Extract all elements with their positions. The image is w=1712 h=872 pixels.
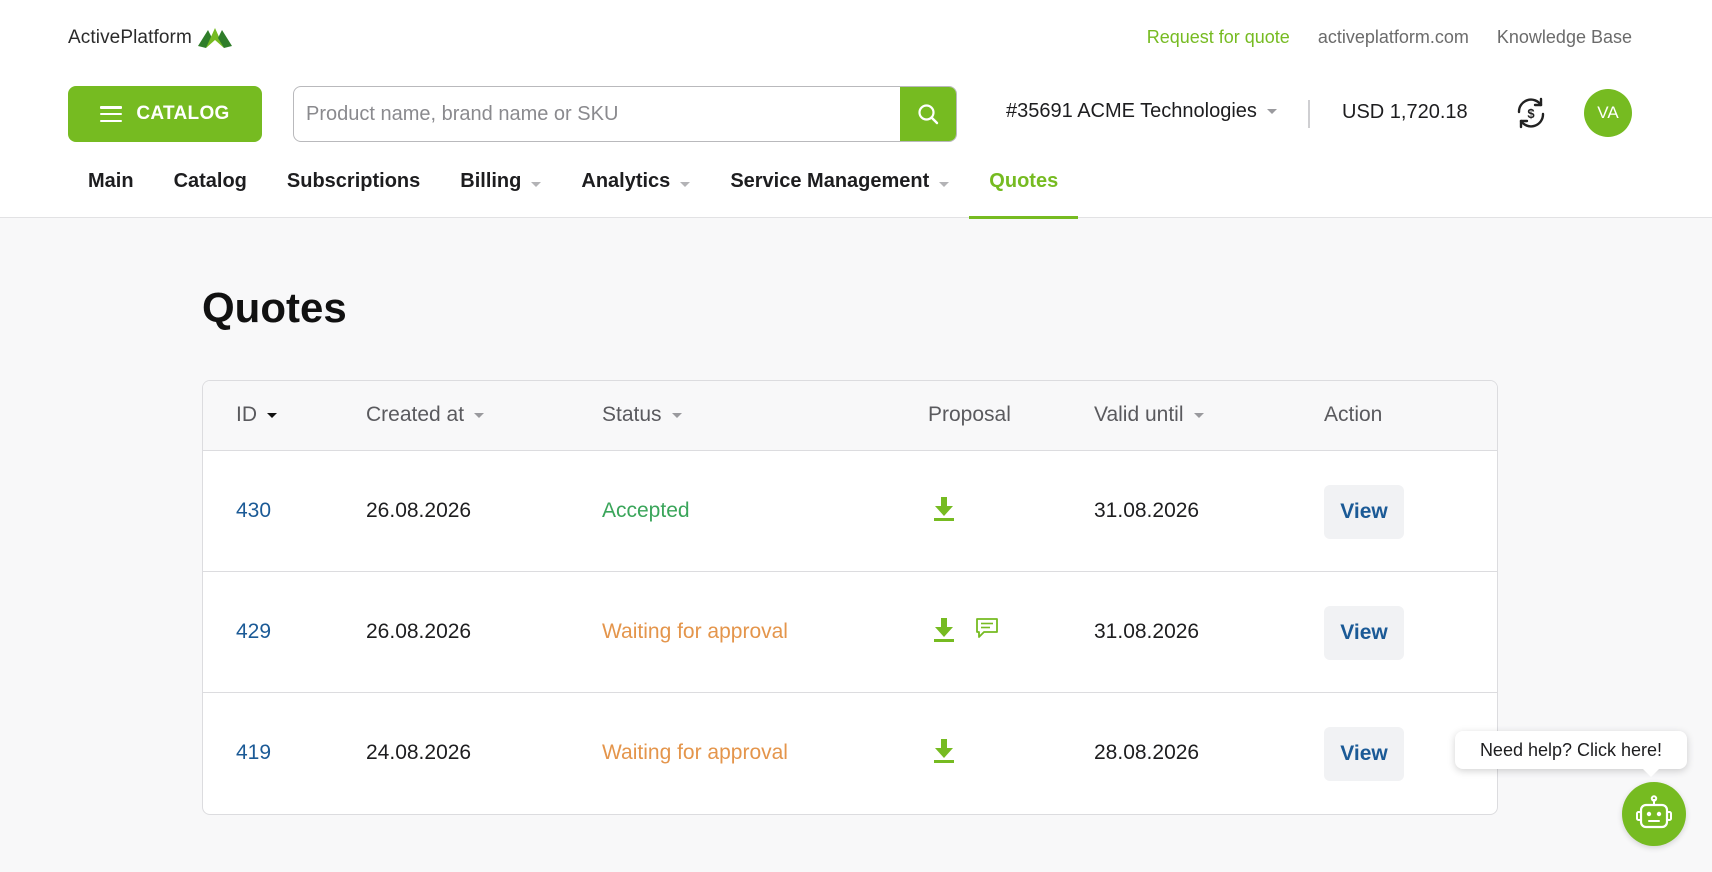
column-header-id[interactable]: ID: [236, 403, 277, 427]
help-bot-button[interactable]: [1622, 782, 1686, 846]
nav-item-service-management[interactable]: Service Management: [710, 160, 969, 218]
column-header-proposal: Proposal: [928, 403, 1011, 427]
view-button[interactable]: View: [1324, 727, 1404, 781]
sort-icon: [474, 412, 485, 418]
chevron-down-icon: [680, 182, 691, 187]
search-icon: [918, 104, 939, 125]
download-icon[interactable]: [933, 496, 955, 522]
chevron-down-icon: [939, 182, 950, 187]
divider: [1308, 100, 1310, 128]
balance: USD 1,720.18: [1342, 101, 1468, 123]
avatar[interactable]: VA: [1584, 89, 1632, 137]
quotes-table: ID Created at Status Proposal Valid unti…: [202, 380, 1498, 815]
valid-until: 31.08.2026: [1094, 620, 1200, 643]
catalog-button-label: CATALOG: [136, 103, 230, 124]
proposal-actions: [933, 738, 955, 764]
download-icon[interactable]: [933, 617, 955, 643]
page-title: Quotes: [202, 284, 347, 331]
nav-item-label: Catalog: [173, 170, 247, 192]
sort-desc-icon: [267, 412, 277, 418]
website-link[interactable]: activeplatform.com: [1318, 27, 1469, 48]
column-header-label: Action: [1324, 403, 1383, 426]
quote-id-link[interactable]: 419: [236, 741, 271, 765]
table-row: 430 26.08.2026 Accepted 31.08.2026 View: [203, 451, 1497, 572]
nav-item-catalog[interactable]: Catalog: [154, 160, 267, 218]
nav-item-subscriptions[interactable]: Subscriptions: [267, 160, 440, 218]
view-button[interactable]: View: [1324, 606, 1404, 660]
column-header-label: Proposal: [928, 403, 1011, 426]
nav-item-quotes[interactable]: Quotes: [969, 160, 1079, 219]
nav-item-label: Analytics: [581, 170, 671, 192]
request-quote-link[interactable]: Request for quote: [1147, 27, 1290, 48]
chevron-down-icon: [1266, 109, 1277, 114]
table-row: 429 26.08.2026 Waiting for approval 31.0…: [203, 572, 1497, 693]
column-header-valid-until[interactable]: Valid until: [1094, 403, 1204, 427]
catalog-button[interactable]: CATALOG: [68, 86, 262, 142]
top-links: Request for quote activeplatform.com Kno…: [1147, 27, 1632, 48]
account-label: #35691 ACME Technologies: [1006, 100, 1257, 122]
column-header-action: Action: [1324, 403, 1382, 427]
view-button[interactable]: View: [1324, 485, 1404, 539]
created-at: 24.08.2026: [366, 741, 472, 764]
column-header-label: ID: [236, 403, 257, 426]
account-selector[interactable]: #35691 ACME Technologies: [1006, 100, 1277, 123]
status-badge: Accepted: [602, 499, 690, 522]
nav-item-main[interactable]: Main: [68, 160, 154, 218]
valid-until: 28.08.2026: [1094, 741, 1200, 764]
download-icon[interactable]: [933, 738, 955, 764]
table-header: ID Created at Status Proposal Valid unti…: [203, 381, 1497, 451]
comment-icon[interactable]: [975, 617, 999, 639]
robot-icon: [1636, 795, 1672, 829]
quote-id-link[interactable]: 430: [236, 499, 271, 523]
quote-id-link[interactable]: 429: [236, 620, 271, 644]
main-nav: Main Catalog Subscriptions Billing Analy…: [68, 160, 1079, 219]
knowledge-base-link[interactable]: Knowledge Base: [1497, 27, 1632, 48]
search-input[interactable]: [294, 87, 900, 141]
proposal-actions: [933, 496, 955, 522]
nav-item-label: Subscriptions: [286, 170, 421, 192]
logo-mark-icon: [197, 28, 232, 48]
table-row: 419 24.08.2026 Waiting for approval 28.0…: [203, 693, 1497, 814]
nav-item-label: Quotes: [989, 170, 1059, 192]
sort-icon: [1193, 412, 1204, 418]
sort-icon: [671, 412, 682, 418]
nav-item-label: Billing: [460, 170, 522, 192]
help-bubble[interactable]: Need help? Click here!: [1455, 731, 1687, 777]
column-header-label: Valid until: [1094, 403, 1184, 426]
column-header-label: Created at: [366, 403, 465, 426]
nav-item-label: Main: [88, 170, 134, 192]
search-button[interactable]: [900, 87, 956, 141]
column-header-created-at[interactable]: Created at: [366, 403, 485, 427]
nav-item-billing[interactable]: Billing: [440, 160, 561, 218]
logo-text: ActivePlatform: [68, 27, 192, 48]
header: ActivePlatform Request for quote activep…: [0, 0, 1712, 219]
proposal-actions: [933, 617, 999, 643]
chevron-down-icon: [531, 182, 542, 187]
valid-until: 31.08.2026: [1094, 499, 1200, 522]
menu-icon: [100, 106, 123, 122]
currency-sync-icon[interactable]: $: [1514, 96, 1548, 130]
created-at: 26.08.2026: [366, 620, 472, 643]
status-badge: Waiting for approval: [602, 741, 788, 764]
logo[interactable]: ActivePlatform: [68, 26, 232, 50]
svg-text:$: $: [1527, 106, 1535, 121]
nav-item-analytics[interactable]: Analytics: [561, 160, 710, 218]
search-bar: [293, 86, 957, 142]
column-header-label: Status: [602, 403, 662, 426]
column-header-status[interactable]: Status: [602, 403, 682, 427]
nav-item-label: Service Management: [730, 170, 930, 192]
created-at: 26.08.2026: [366, 499, 472, 522]
status-badge: Waiting for approval: [602, 620, 788, 643]
